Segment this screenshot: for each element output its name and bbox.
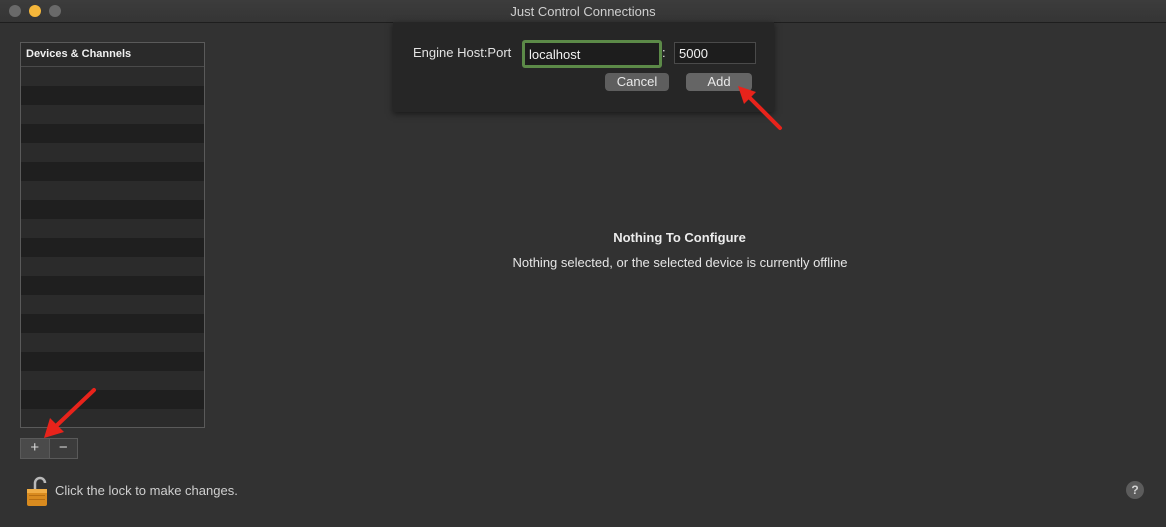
list-row xyxy=(21,333,204,352)
list-row xyxy=(21,257,204,276)
list-row xyxy=(21,276,204,295)
list-row xyxy=(21,86,204,105)
list-row xyxy=(21,352,204,371)
list-row xyxy=(21,200,204,219)
annotation-arrow-add xyxy=(738,86,782,130)
annotation-arrow-plus xyxy=(44,388,96,438)
window-title: Just Control Connections xyxy=(510,4,656,19)
list-row xyxy=(21,181,204,200)
list-header: Devices & Channels xyxy=(21,43,204,67)
engine-host-input[interactable] xyxy=(522,40,662,68)
list-row xyxy=(21,314,204,333)
cancel-button[interactable]: Cancel xyxy=(605,73,669,91)
empty-state-subtitle: Nothing selected, or the selected device… xyxy=(512,255,848,270)
list-row xyxy=(21,295,204,314)
devices-channels-list[interactable]: Devices & Channels xyxy=(20,42,205,428)
empty-state-title: Nothing To Configure xyxy=(613,230,746,245)
list-rows xyxy=(21,67,204,427)
list-row xyxy=(21,143,204,162)
title-bar: Just Control Connections xyxy=(0,0,1166,23)
engine-port-input[interactable] xyxy=(674,42,756,64)
list-row xyxy=(21,162,204,181)
list-row xyxy=(21,219,204,238)
list-row xyxy=(21,105,204,124)
lock-label: Click the lock to make changes. xyxy=(55,483,238,498)
lock-icon[interactable] xyxy=(26,475,48,507)
list-row xyxy=(21,124,204,143)
list-row xyxy=(21,67,204,86)
host-port-separator: : xyxy=(662,45,666,60)
help-button[interactable]: ? xyxy=(1126,481,1144,499)
engine-host-port-label: Engine Host:Port xyxy=(413,45,512,60)
list-row xyxy=(21,238,204,257)
add-engine-sheet: Engine Host:Port : Cancel Add xyxy=(393,22,774,112)
